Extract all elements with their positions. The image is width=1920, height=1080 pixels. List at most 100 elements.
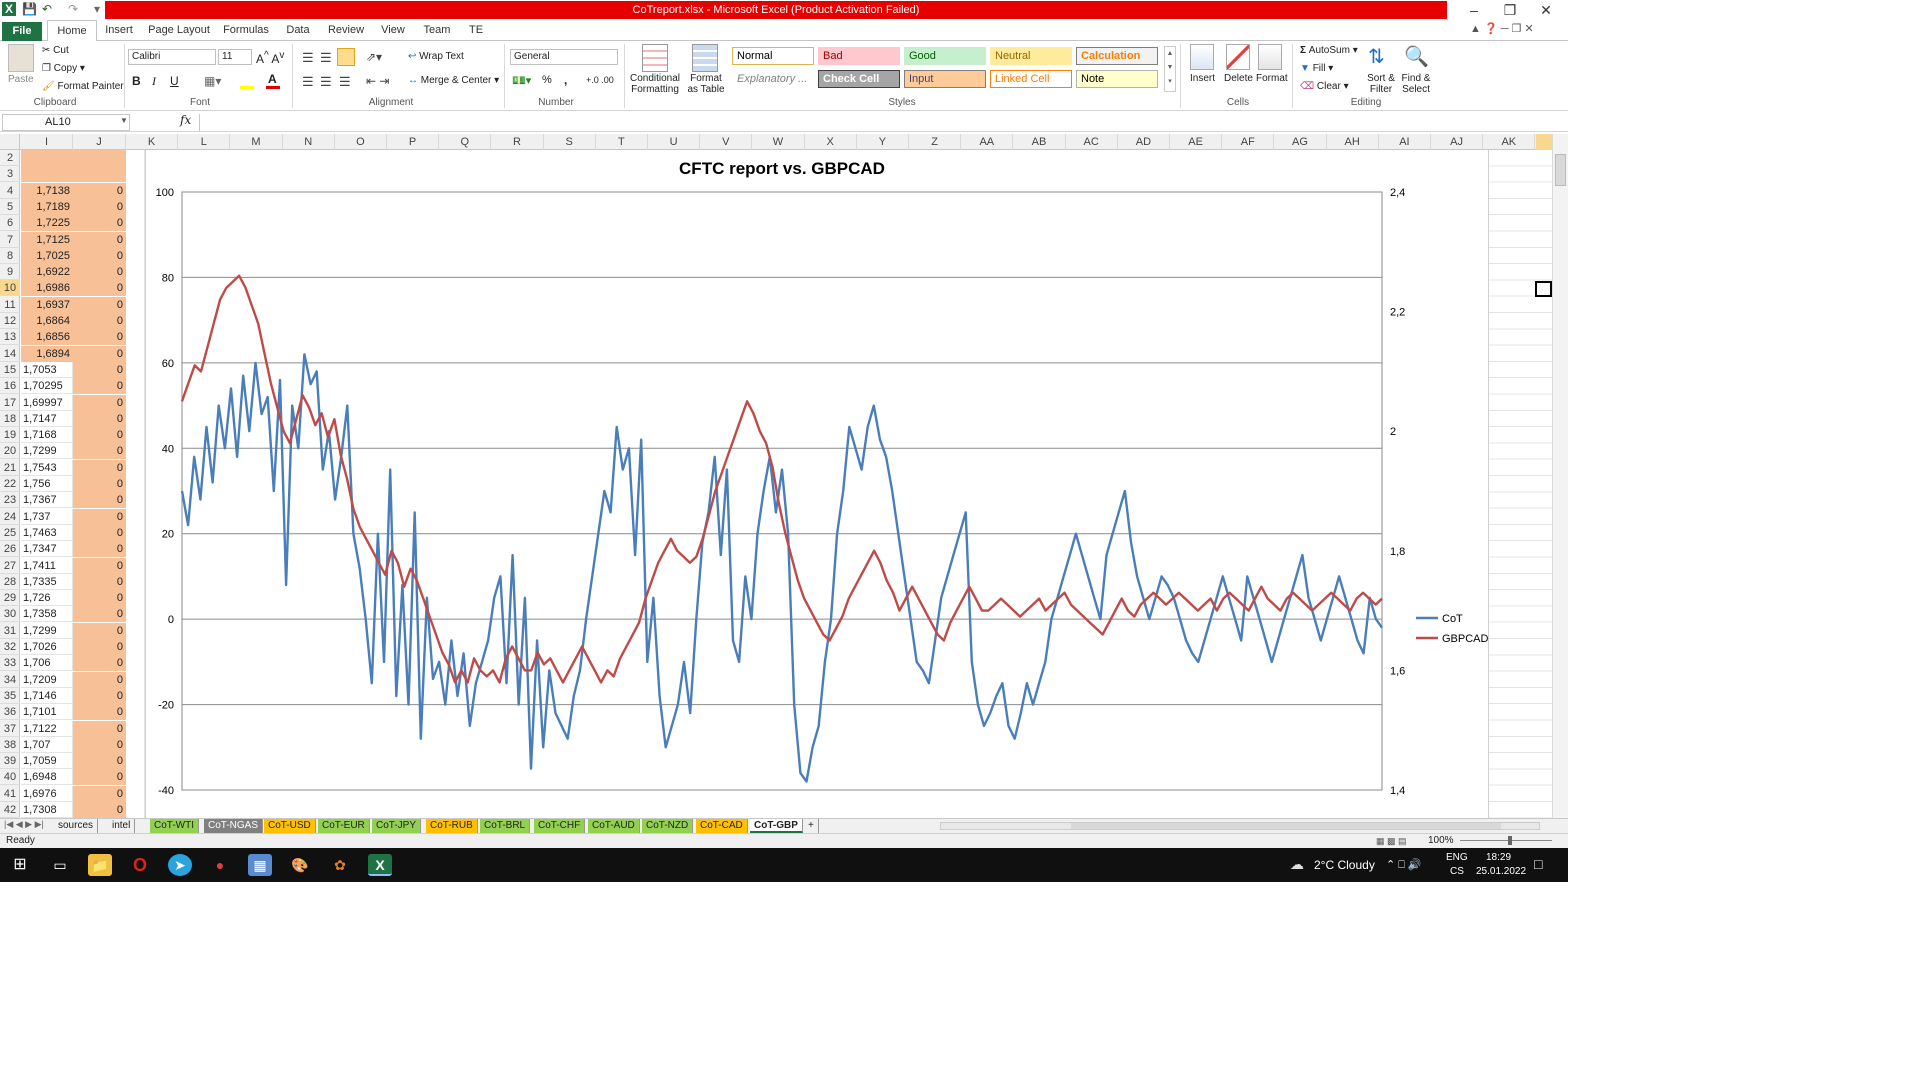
font-name-select[interactable]: Calibri — [128, 49, 216, 65]
zoom-level[interactable]: 100% — [1428, 835, 1454, 846]
customize-qat-icon[interactable]: ▾ — [90, 2, 104, 16]
row-header[interactable]: 30 — [0, 606, 20, 623]
merge-center-button[interactable]: ↔ Merge & Center ▾ — [408, 75, 499, 86]
row-header[interactable]: 22 — [0, 476, 20, 492]
cell-I[interactable]: 1,7101 — [21, 704, 73, 721]
cell-J[interactable]: 0 — [73, 655, 126, 672]
keyboard-layout[interactable]: CS — [1450, 866, 1464, 877]
cell-I[interactable]: 1,7125 — [21, 231, 73, 248]
percent-button[interactable]: % — [542, 74, 552, 86]
cell-style-5[interactable]: Explanatory ... — [732, 70, 814, 88]
cell-J[interactable]: 0 — [73, 785, 126, 802]
cell-I[interactable]: 1,6856 — [21, 329, 73, 346]
row-header[interactable]: 19 — [0, 427, 20, 444]
row-header[interactable]: 21 — [0, 460, 20, 476]
cell-I[interactable]: 1,69997 — [21, 394, 73, 411]
cell-I[interactable]: 1,7463 — [21, 524, 73, 541]
column-header-J[interactable]: J — [73, 134, 126, 150]
weather-text[interactable]: 2°C Cloudy — [1314, 858, 1375, 872]
row-header[interactable]: 36 — [0, 704, 20, 721]
column-header-M[interactable]: M — [230, 134, 283, 150]
cell-J[interactable]: 0 — [73, 753, 126, 770]
row-header[interactable]: 27 — [0, 558, 20, 574]
paste-icon[interactable] — [8, 44, 34, 72]
sheet-tab-cot-jpy[interactable]: CoT-JPY — [372, 819, 422, 833]
language-indicator[interactable]: ENG — [1446, 852, 1468, 863]
cell-I[interactable]: 1,7147 — [21, 410, 73, 427]
sheet-tab-cot-ngas[interactable]: CoT-NGAS — [204, 819, 264, 833]
cell-style-2[interactable]: Good — [904, 47, 986, 65]
number-format-select[interactable]: General — [510, 49, 618, 65]
new-sheet-button[interactable]: + — [804, 819, 819, 833]
cell-J[interactable]: 0 — [73, 427, 126, 444]
column-header-L[interactable]: L — [178, 134, 231, 150]
column-header-I[interactable]: I — [21, 134, 73, 150]
row-header[interactable]: 42 — [0, 802, 20, 818]
row-header[interactable]: 16 — [0, 378, 20, 395]
column-header-P[interactable]: P — [387, 134, 440, 150]
sort-filter-button[interactable]: Sort & Filter — [1364, 73, 1398, 95]
active-cell-selection[interactable] — [1535, 281, 1552, 297]
undo-icon[interactable]: ↶ — [40, 2, 54, 16]
cell-I[interactable]: 1,7053 — [21, 361, 73, 378]
cell-style-1[interactable]: Bad — [818, 47, 900, 65]
cell-J[interactable]: 0 — [73, 671, 126, 688]
minimize-button[interactable]: – — [1456, 0, 1492, 20]
format-cells-icon[interactable] — [1258, 44, 1282, 70]
column-header-AC[interactable]: AC — [1066, 134, 1118, 150]
tab-file[interactable]: File — [2, 22, 42, 41]
row-header[interactable]: 3 — [0, 166, 20, 183]
copy-button[interactable]: ❐ Copy ▾ — [42, 63, 85, 74]
cell-J[interactable]: 0 — [73, 264, 126, 281]
cell-J[interactable]: 0 — [73, 247, 126, 264]
column-header-R[interactable]: R — [491, 134, 544, 150]
cell-J[interactable]: 0 — [73, 769, 126, 786]
indent-icon[interactable]: ⇤ ⇥ — [366, 74, 389, 88]
underline-button[interactable]: U — [170, 74, 179, 88]
view-mode-icons[interactable]: ▦ ▩ ▤ — [1376, 836, 1407, 847]
cell-I[interactable]: 1,726 — [21, 590, 73, 607]
row-header[interactable]: 40 — [0, 769, 20, 786]
cell-I[interactable]: 1,7367 — [21, 492, 73, 509]
column-header-AD[interactable]: AD — [1118, 134, 1170, 150]
sheet-nav-arrows[interactable]: |◀ ◀ ▶ ▶| — [4, 819, 44, 830]
cell-style-9[interactable]: Note — [1076, 70, 1158, 88]
cell-I[interactable]: 1,7059 — [21, 753, 73, 770]
cell-I[interactable]: 1,7299 — [21, 622, 73, 639]
binoculars-icon[interactable]: 🔍 — [1404, 44, 1429, 69]
sheet-tab-cot-rub[interactable]: CoT-RUB — [426, 819, 478, 833]
cell-I[interactable]: 1,7299 — [21, 443, 73, 460]
insert-function-button[interactable]: fx — [180, 113, 191, 127]
tab-home[interactable]: Home — [47, 20, 97, 42]
row-header[interactable]: 5 — [0, 199, 20, 215]
tab-page-layout[interactable]: Page Layout — [146, 20, 212, 41]
cell-J[interactable]: 0 — [73, 704, 126, 721]
sheet-tab-cot-chf[interactable]: CoT-CHF — [534, 819, 586, 833]
sort-filter-icon[interactable]: ⇅ — [1368, 44, 1385, 69]
opera-icon[interactable]: O — [128, 854, 152, 876]
row-header[interactable]: 2 — [0, 150, 20, 166]
cell-I[interactable] — [21, 150, 73, 166]
cell-style-6[interactable]: Check Cell — [818, 70, 900, 88]
format-as-table-button[interactable]: Format as Table — [684, 73, 728, 95]
column-header-N[interactable]: N — [283, 134, 335, 150]
cell-I[interactable]: 1,6894 — [21, 345, 73, 362]
close-button[interactable]: ✕ — [1528, 0, 1564, 20]
sheet-tab-cot-usd[interactable]: CoT-USD — [264, 819, 316, 833]
cell-J[interactable]: 0 — [73, 313, 126, 329]
column-AK-cells[interactable] — [1489, 150, 1552, 818]
bold-button[interactable]: B — [132, 74, 141, 88]
row-header[interactable]: 18 — [0, 411, 20, 427]
cell-J[interactable]: 0 — [73, 573, 126, 590]
conditional-formatting-button[interactable]: Conditional Formatting — [628, 73, 682, 95]
cell-I[interactable]: 1,7122 — [21, 720, 73, 737]
cell-J[interactable]: 0 — [73, 720, 126, 737]
conditional-formatting-icon[interactable] — [642, 44, 668, 72]
cell-I[interactable]: 1,70295 — [21, 378, 73, 395]
cut-button[interactable]: ✂ Cut — [42, 45, 69, 56]
insert-cells-button[interactable]: Insert — [1190, 73, 1215, 84]
column-header-U[interactable]: U — [648, 134, 701, 150]
cell-I[interactable]: 1,6976 — [21, 785, 73, 802]
row-header[interactable]: 17 — [0, 395, 20, 411]
row-header[interactable]: 28 — [0, 574, 20, 590]
